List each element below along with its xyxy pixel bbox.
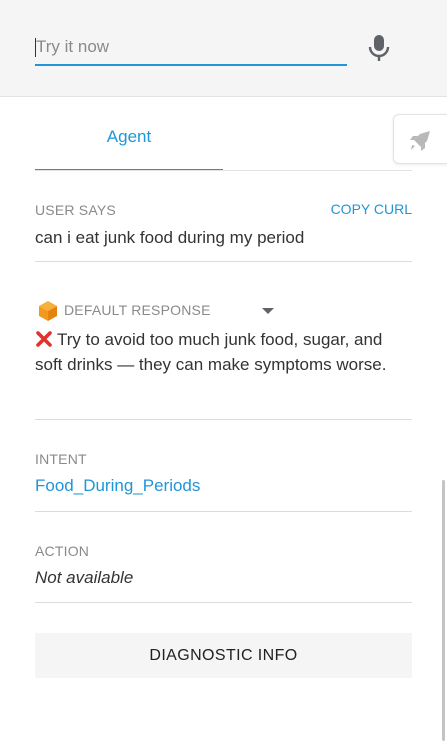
divider [35, 419, 412, 420]
default-response-label: DEFAULT RESPONSE [64, 302, 211, 318]
try-it-now-bar [0, 0, 447, 97]
diagnostic-info-button[interactable]: DIAGNOSTIC INFO [35, 633, 412, 678]
intent-label: INTENT [35, 451, 87, 467]
red-x-icon [35, 327, 57, 352]
tab-agent[interactable]: Agent [35, 115, 223, 171]
cube-icon [39, 301, 57, 321]
tabs-divider [35, 170, 412, 171]
try-it-input-wrapper [35, 30, 347, 66]
action-label: ACTION [35, 543, 90, 559]
user-says-label: USER SAYS [35, 202, 116, 218]
intent-link[interactable]: Food_During_Periods [35, 476, 200, 496]
divider [35, 261, 412, 262]
rocket-launch-button[interactable] [393, 114, 447, 164]
rocket-icon [410, 131, 430, 151]
try-it-now-input[interactable] [35, 30, 347, 64]
microphone-icon[interactable] [366, 33, 392, 63]
default-response-message: Try to avoid too much junk food, sugar, … [35, 330, 387, 374]
divider [35, 511, 412, 512]
user-says-text: can i eat junk food during my period [35, 228, 305, 247]
caret-down-icon[interactable] [262, 308, 274, 314]
default-response-text: Try to avoid too much junk food, sugar, … [35, 327, 412, 377]
scrollbar[interactable] [442, 480, 445, 741]
action-value: Not available [35, 568, 134, 587]
text-cursor [35, 38, 36, 57]
divider [35, 602, 412, 603]
copy-curl-link[interactable]: COPY CURL [320, 201, 412, 217]
